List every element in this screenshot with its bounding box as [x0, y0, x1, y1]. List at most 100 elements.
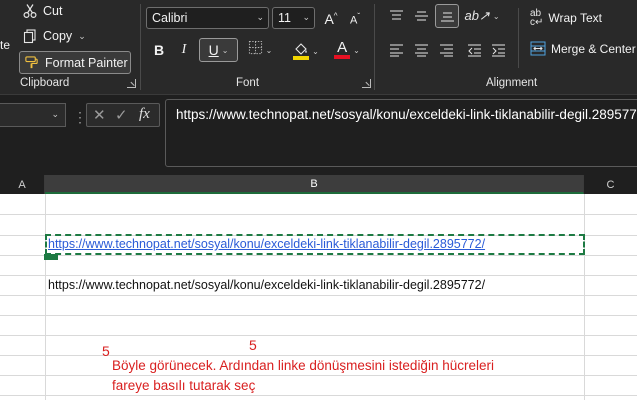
- fill-color-swatch: [293, 55, 310, 60]
- chevron-down-icon: ⌄: [492, 11, 500, 21]
- fill-handle[interactable]: [44, 254, 58, 260]
- row-divider: [0, 275, 637, 276]
- increase-font-size-button[interactable]: A^: [321, 9, 341, 29]
- wrap-text-label: Wrap Text: [548, 11, 602, 25]
- formula-bar-grip-icon[interactable]: ⋮: [73, 109, 87, 126]
- group-divider: [374, 4, 375, 90]
- align-left-button[interactable]: [386, 40, 406, 60]
- decrease-font-size-icon: Aˇ: [349, 11, 360, 27]
- row-divider: [0, 335, 637, 336]
- font-size-value: 11: [278, 11, 291, 25]
- copy-button[interactable]: Copy ⌄: [22, 28, 86, 44]
- decrease-indent-icon: [467, 44, 481, 57]
- align-center-icon: [414, 44, 428, 57]
- top-align-button[interactable]: [386, 6, 406, 26]
- row-divider: [0, 255, 637, 256]
- font-name-value: Calibri: [152, 11, 188, 25]
- worksheet-grid[interactable]: https://www.technopat.net/sosyal/konu/ex…: [0, 194, 637, 400]
- merge-center-label: Merge & Center: [551, 41, 636, 56]
- annotation-number: 5: [249, 337, 257, 353]
- font-group-label: Font: [236, 77, 260, 89]
- copy-marquee: [45, 234, 585, 255]
- ribbon: te Cut Copy ⌄ Format Painter Clipboard C…: [0, 0, 637, 95]
- row-divider: [0, 315, 637, 316]
- font-dialog-launcher-icon[interactable]: [362, 79, 371, 88]
- bottom-align-button[interactable]: [435, 4, 459, 28]
- align-right-icon: [439, 44, 453, 57]
- font-color-swatch: [334, 55, 351, 59]
- row-divider: [0, 295, 637, 296]
- italic-label: I: [181, 42, 187, 57]
- clipboard-dialog-launcher-icon[interactable]: [127, 79, 136, 88]
- group-divider: [140, 4, 141, 90]
- wrap-text-icon: ab c↵: [530, 8, 544, 28]
- bottom-align-icon: [440, 12, 454, 22]
- copy-icon: [22, 28, 38, 44]
- middle-align-icon: [414, 11, 428, 21]
- text-cell[interactable]: https://www.technopat.net/sosyal/konu/ex…: [48, 278, 485, 292]
- chevron-down-icon: ⌄: [353, 45, 360, 55]
- copy-dropdown-icon[interactable]: ⌄: [78, 31, 86, 42]
- chevron-down-icon: ⌄: [221, 45, 229, 55]
- align-center-button[interactable]: [411, 40, 431, 60]
- bold-button[interactable]: B: [151, 40, 167, 60]
- group-divider: [518, 8, 519, 68]
- clipboard-group-label: Clipboard: [20, 77, 70, 89]
- column-headers: A B C: [0, 175, 637, 194]
- borders-icon: [248, 40, 263, 60]
- formula-bar: ⌄ ⋮ ✕ ✓ fx https://www.technopat.net/sos…: [0, 95, 637, 173]
- italic-button[interactable]: I: [176, 40, 192, 60]
- format-painter-label: Format Painter: [45, 55, 128, 70]
- merge-center-icon: [530, 41, 546, 56]
- decrease-font-size-button[interactable]: Aˇ: [345, 9, 365, 29]
- format-painter-button[interactable]: Format Painter: [19, 51, 131, 74]
- bold-label: B: [153, 42, 165, 58]
- cancel-icon[interactable]: ✕: [93, 106, 106, 124]
- increase-indent-icon: [491, 44, 505, 57]
- font-color-button[interactable]: A ⌄: [329, 38, 365, 62]
- paint-bucket-icon: [293, 42, 310, 60]
- borders-button[interactable]: ⌄: [245, 40, 275, 60]
- column-divider: [45, 194, 46, 400]
- insert-function-icon[interactable]: fx: [139, 106, 150, 123]
- font-name-select[interactable]: Calibri ⌄: [146, 7, 269, 29]
- cut-label: Cut: [43, 4, 63, 18]
- paintbrush-icon: [24, 55, 39, 70]
- decrease-indent-button[interactable]: [464, 40, 484, 60]
- increase-font-size-icon: A^: [324, 11, 338, 27]
- merge-center-button[interactable]: Merge & Center: [530, 41, 636, 56]
- top-align-icon: [389, 10, 403, 20]
- align-right-button[interactable]: [436, 40, 456, 60]
- name-box[interactable]: ⌄: [0, 103, 66, 127]
- font-color-icon: A: [334, 40, 351, 59]
- align-left-icon: [389, 44, 403, 57]
- formula-input[interactable]: https://www.technopat.net/sosyal/konu/ex…: [165, 99, 637, 167]
- fill-color-button[interactable]: ⌄: [288, 40, 324, 62]
- orientation-button[interactable]: ab↗ ⌄: [464, 6, 500, 26]
- copy-label: Copy: [43, 29, 73, 43]
- paste-button[interactable]: te: [0, 38, 10, 52]
- chevron-down-icon: ⌄: [51, 109, 59, 119]
- underline-label: U: [208, 42, 219, 58]
- chevron-down-icon: ⌄: [302, 12, 310, 22]
- column-header-a[interactable]: A: [0, 175, 45, 194]
- row-divider: [0, 214, 637, 215]
- underline-button[interactable]: U ⌄: [199, 38, 238, 62]
- annotation-text: Böyle görünecek. Ardından linke dönüşmes…: [112, 358, 494, 393]
- wrap-text-button[interactable]: ab c↵ Wrap Text: [530, 8, 602, 28]
- column-header-c[interactable]: C: [584, 175, 637, 194]
- scissors-icon: [22, 3, 38, 19]
- orientation-icon: ab↗: [464, 8, 490, 23]
- font-size-select[interactable]: 11 ⌄: [272, 7, 315, 29]
- cut-button[interactable]: Cut: [22, 3, 62, 19]
- column-header-b[interactable]: B: [45, 175, 584, 194]
- chevron-down-icon: ⌄: [312, 46, 319, 56]
- formula-tools: ✕ ✓ fx: [86, 103, 160, 127]
- middle-align-button[interactable]: [411, 6, 431, 26]
- annotation-number: 5: [102, 343, 110, 359]
- increase-indent-button[interactable]: [488, 40, 508, 60]
- alignment-group-label: Alignment: [486, 77, 538, 89]
- enter-check-icon[interactable]: ✓: [115, 106, 128, 124]
- chevron-down-icon: ⌄: [265, 45, 273, 55]
- chevron-down-icon: ⌄: [256, 12, 264, 22]
